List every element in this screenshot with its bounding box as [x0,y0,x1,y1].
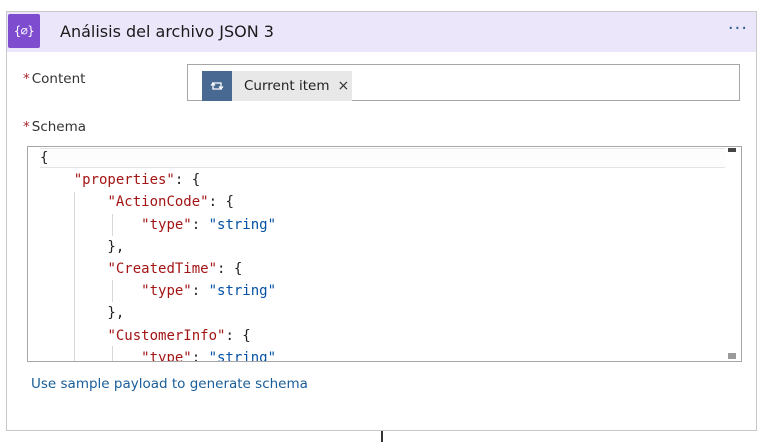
json-punctuation: : { [208,194,234,211]
json-punctuation: }, [40,305,125,322]
generate-schema-link[interactable]: Use sample payload to generate schema [31,376,308,392]
content-input[interactable]: Current item × [187,64,740,101]
action-header[interactable]: {⌀} Análisis del archivo JSON 3 ··· [7,12,756,52]
scrollbar-bottom-cap [728,353,736,359]
json-key: "CustomerInfo" [107,327,226,344]
json-key: "CreatedTime" [107,261,218,277]
code-line[interactable]: "type": "string" [40,280,276,302]
code-line[interactable]: }, [40,302,124,324]
json-string: "string" [208,283,277,300]
parse-json-action-card: {⌀} Análisis del archivo JSON 3 ··· * Con… [6,11,757,431]
action-title[interactable]: Análisis del archivo JSON 3 [60,12,274,52]
required-marker: * [23,119,30,135]
json-punctuation [40,172,74,188]
json-key: "type" [141,349,192,361]
code-lines[interactable]: { "properties": { "ActionCode": { "type"… [28,147,725,361]
json-punctuation: : [191,283,209,300]
json-punctuation: : { [225,327,251,344]
scrollbar-top-cap [728,148,736,152]
json-string: "string" [208,216,277,233]
code-line[interactable]: "CreatedTime": { [40,258,242,280]
code-line[interactable]: { [40,147,48,169]
json-punctuation [40,217,141,233]
json-punctuation: : [191,349,209,361]
code-line[interactable]: "properties": { [40,169,200,191]
current-item-token[interactable]: Current item × [202,71,352,101]
schema-label-text: Schema [31,119,87,135]
flow-connector-line [381,431,383,442]
loop-icon-graphic [210,82,224,90]
schema-code-editor[interactable]: { "properties": { "ActionCode": { "type"… [27,146,742,362]
code-line[interactable]: "CustomerInfo": { [40,325,251,347]
loop-icon [202,71,232,101]
code-line[interactable]: "ActionCode": { [40,191,234,213]
json-punctuation [40,283,141,299]
json-string: "string" [208,349,277,361]
json-action-icon: {⌀} [8,14,40,48]
schema-label: * Schema [23,119,86,135]
json-punctuation: : { [217,261,243,277]
json-punctuation: }, [40,238,125,255]
editor-scrollbar[interactable] [725,147,741,361]
json-key: "type" [141,216,192,233]
json-punctuation: : [191,216,209,233]
content-label: * Content [23,71,85,87]
json-punctuation [40,194,107,210]
token-label: Current item [244,78,330,94]
code-line[interactable]: "type": "string" [40,347,276,361]
current-line-highlight [40,148,725,168]
json-key: "ActionCode" [107,194,209,211]
scrollbar-thumb[interactable] [726,153,739,349]
code-line[interactable]: "type": "string" [40,214,276,236]
more-options-button[interactable]: ··· [728,16,748,46]
code-line[interactable]: }, [40,236,124,258]
json-punctuation [40,350,141,361]
content-label-text: Content [31,71,86,87]
token-remove-button[interactable]: × [338,78,350,94]
json-punctuation [40,261,107,277]
json-punctuation [40,328,107,344]
json-punctuation: : { [174,172,201,189]
json-key: "properties" [73,172,175,189]
required-marker: * [23,71,30,87]
json-key: "type" [141,283,192,300]
json-punctuation: { [40,150,49,166]
